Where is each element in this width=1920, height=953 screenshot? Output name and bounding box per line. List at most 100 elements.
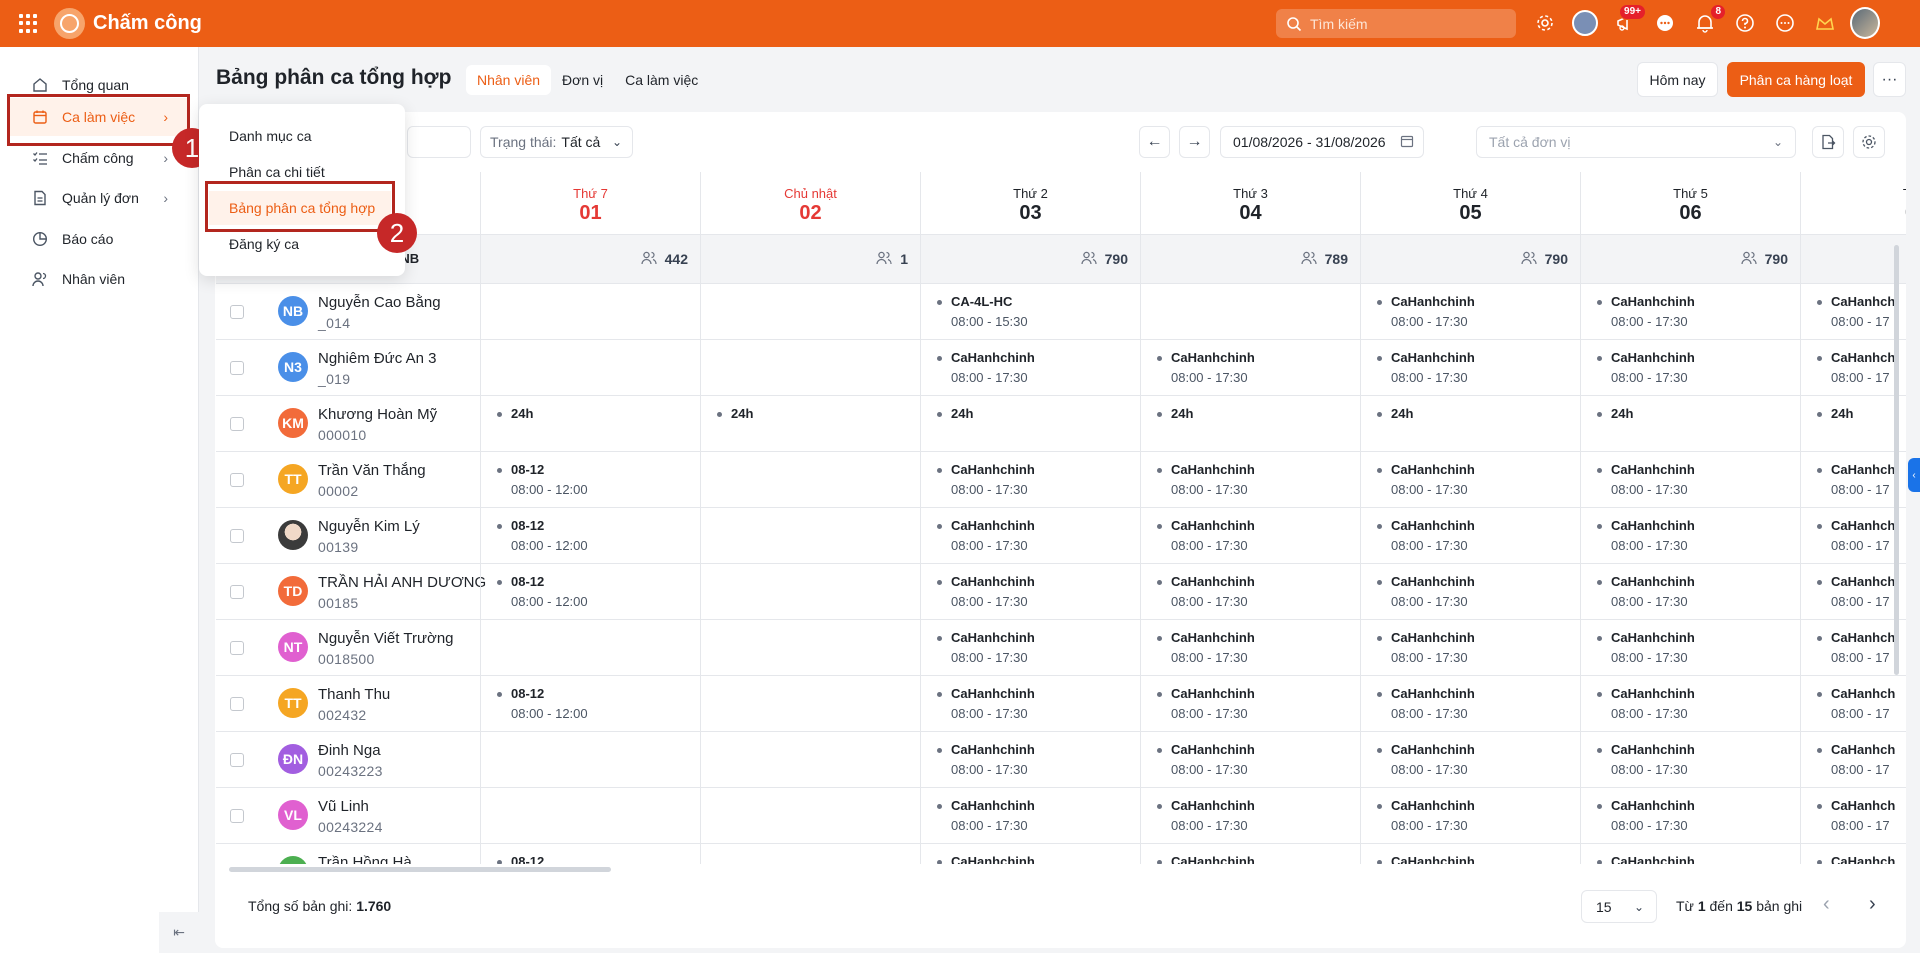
collapse-icon[interactable]: ⇤ [159,912,199,953]
apps-grid-icon[interactable] [19,13,39,34]
row-checkbox[interactable] [230,305,244,319]
tab-units[interactable]: Đơn vị [551,65,614,95]
shift-cell[interactable] [700,620,920,676]
shift-cell[interactable]: CaHanhchinh 08:00 - 17:30 [1140,732,1360,788]
shift-cell[interactable] [1140,284,1360,340]
bell-icon[interactable]: 8 [1690,4,1726,38]
shift-cell[interactable]: CaHanhchinh 08:00 - 17:30 [920,564,1140,620]
employee-name[interactable]: TRẦN HẢI ANH DƯƠNG [318,574,486,591]
shift-cell[interactable]: CaHanhchinh 08:00 - 17:30 [1360,284,1580,340]
shift-cell[interactable]: CaHanhchinh 08:00 - 17:30 [1580,732,1800,788]
shift-cell[interactable]: CaHanhchinh 08:00 - 17:30 [1140,340,1360,396]
shift-cell[interactable]: CaHanhchinh 08:00 - 17:30 [920,620,1140,676]
shift-cell[interactable]: 24h [920,396,1140,452]
shift-cell[interactable]: 24h [480,396,700,452]
next-page-button[interactable]: › [1869,893,1876,916]
shift-cell[interactable]: CaHanhch 08:00 - 17 [1800,564,1906,620]
shift-cell[interactable]: 08-12 08:00 - 12:00 [480,508,700,564]
table-row[interactable]: N3 Nghiêm Đức An 3 _019 CaHanhchinh 08:00 - … [216,339,1906,396]
shift-cell[interactable] [700,452,920,508]
shift-cell[interactable]: CaHanhchinh 08:00 - 17:30 [1580,284,1800,340]
shift-cell[interactable]: 24h [1360,396,1580,452]
chat-icon[interactable] [1650,8,1680,38]
shift-cell[interactable]: CaHanhchinh 08:00 - 17:30 [1360,452,1580,508]
shift-cell[interactable]: CaHanhch 08:00 - 17 [1800,676,1906,732]
shift-cell[interactable]: CaHanhchinh 08:00 - 17:30 [1360,564,1580,620]
tab-employees[interactable]: Nhân viên [466,65,552,95]
tab-shifts[interactable]: Ca làm việc [614,65,709,95]
shift-cell[interactable] [700,564,920,620]
employee-name[interactable]: Nghiêm Đức An 3 [318,350,436,367]
shift-cell[interactable]: CaHanhchinh 08:00 - 17:30 [1580,452,1800,508]
search-input[interactable]: Tìm kiếm [1276,9,1516,38]
table-row[interactable]: Trần Hồng Hà 08-12 CaHanhchinh CaHanhchinh C… [216,843,1906,864]
employee-name[interactable]: Khương Hoàn Mỹ [318,406,437,423]
employee-name[interactable]: Nguyễn Kim Lý [318,518,420,535]
sidebar-item-requests[interactable]: Quản lý đơn › [10,179,190,217]
shift-cell[interactable]: CaHanhchinh [1580,844,1800,864]
employee-name[interactable]: Nguyễn Viết Trường [318,630,454,647]
shift-cell[interactable]: CaHanhchinh 08:00 - 17:30 [1360,732,1580,788]
shift-cell[interactable] [700,788,920,844]
table-row[interactable]: TD TRẦN HẢI ANH DƯƠNG 00185 08-12 08:00 - 12… [216,563,1906,620]
shift-cell[interactable]: CaHanhchinh 08:00 - 17:30 [920,452,1140,508]
shift-cell[interactable]: CaHanhchinh 08:00 - 17:30 [1360,788,1580,844]
shift-cell[interactable]: CaHanhchinh 08:00 - 17:30 [1360,508,1580,564]
bulk-assign-button[interactable]: Phân ca hàng loạt [1727,62,1865,97]
shift-cell[interactable] [700,340,920,396]
table-row[interactable]: ĐN Đinh Nga 00243223 CaHanhchinh 08:00 - 17:… [216,731,1906,788]
date-range-picker[interactable]: 01/08/2026 - 31/08/2026 [1220,126,1424,158]
megaphone-icon[interactable]: 99+ [1610,4,1646,38]
shift-cell[interactable]: CaHanhchinh 08:00 - 17:30 [1360,620,1580,676]
shift-cell[interactable]: CaHanhchinh 08:00 - 17:30 [920,508,1140,564]
shift-cell[interactable]: CaHanhchinh 08:00 - 17:30 [1140,452,1360,508]
prev-period-button[interactable]: ← [1139,126,1170,158]
shift-cell[interactable]: CaHanhchinh 08:00 - 17:30 [1580,340,1800,396]
shift-cell[interactable]: CaHanhchinh 08:00 - 17:30 [920,676,1140,732]
employee-name[interactable]: Trần Văn Thắng [318,462,426,479]
shift-cell[interactable]: CaHanhchinh 08:00 - 17:30 [1580,620,1800,676]
shift-cell[interactable]: CaHanhchinh [1140,844,1360,864]
shift-cell[interactable]: CaHanhchinh [920,844,1140,864]
row-checkbox[interactable] [230,753,244,767]
shift-cell[interactable] [700,284,920,340]
user-avatar[interactable] [1850,7,1880,39]
row-checkbox[interactable] [230,417,244,431]
shift-cell[interactable] [700,676,920,732]
employee-name[interactable]: Trần Hồng Hà [318,854,412,864]
prev-page-button[interactable]: ‹ [1823,893,1830,916]
shift-cell[interactable]: 24h [1140,396,1360,452]
shift-cell[interactable]: CaHanhchinh 08:00 - 17:30 [1360,340,1580,396]
status-filter[interactable]: Trạng thái: Tất cả ⌄ [480,126,633,158]
shift-cell[interactable]: CaHanhch 08:00 - 17 [1800,788,1906,844]
shift-cell[interactable]: CaHanhch 08:00 - 17 [1800,508,1906,564]
table-row[interactable]: NB Nguyễn Cao Bằng _014 CA-4L-HC 08:00 - 15:… [216,283,1906,340]
row-checkbox[interactable] [230,641,244,655]
unit-select[interactable]: Tất cả đơn vị ⌄ [1476,126,1796,158]
shift-cell[interactable] [700,732,920,788]
shift-cell[interactable]: 24h [700,396,920,452]
sidebar-item-employees[interactable]: Nhân viên [10,260,190,298]
export-icon[interactable] [1812,126,1844,158]
shift-cell[interactable]: CaHanhchinh 08:00 - 17:30 [1580,788,1800,844]
row-checkbox[interactable] [230,361,244,375]
side-panel-toggle[interactable]: ‹ [1908,458,1920,492]
row-checkbox[interactable] [230,473,244,487]
shift-cell[interactable]: CaHanhchinh 08:00 - 17:30 [920,340,1140,396]
shift-cell[interactable] [480,788,700,844]
table-row[interactable]: Nguyễn Kim Lý 00139 08-12 08:00 - 12:00 CaHa… [216,507,1906,564]
shift-cell[interactable]: CaHanhchinh 08:00 - 17:30 [920,732,1140,788]
shift-cell[interactable]: CaHanhch 08:00 - 17 [1800,732,1906,788]
shift-cell[interactable]: CaHanhch 08:00 - 17 [1800,620,1906,676]
shift-cell[interactable]: CaHanhchinh 08:00 - 17:30 [1140,676,1360,732]
employee-name[interactable]: Thanh Thu [318,686,390,703]
more-options-button[interactable]: ··· [1873,62,1906,97]
shift-cell[interactable]: CaHanhchinh 08:00 - 17:30 [1140,508,1360,564]
employee-search-input[interactable] [407,126,471,158]
table-row[interactable]: TT Thanh Thu 002432 08-12 08:00 - 12:00 CaHan… [216,675,1906,732]
submenu-item-shift-register[interactable]: Đăng ký ca [209,227,391,261]
employee-name[interactable]: Vũ Linh [318,798,369,815]
row-checkbox[interactable] [230,529,244,543]
shift-cell[interactable] [480,620,700,676]
horizontal-scrollbar[interactable] [229,867,611,872]
